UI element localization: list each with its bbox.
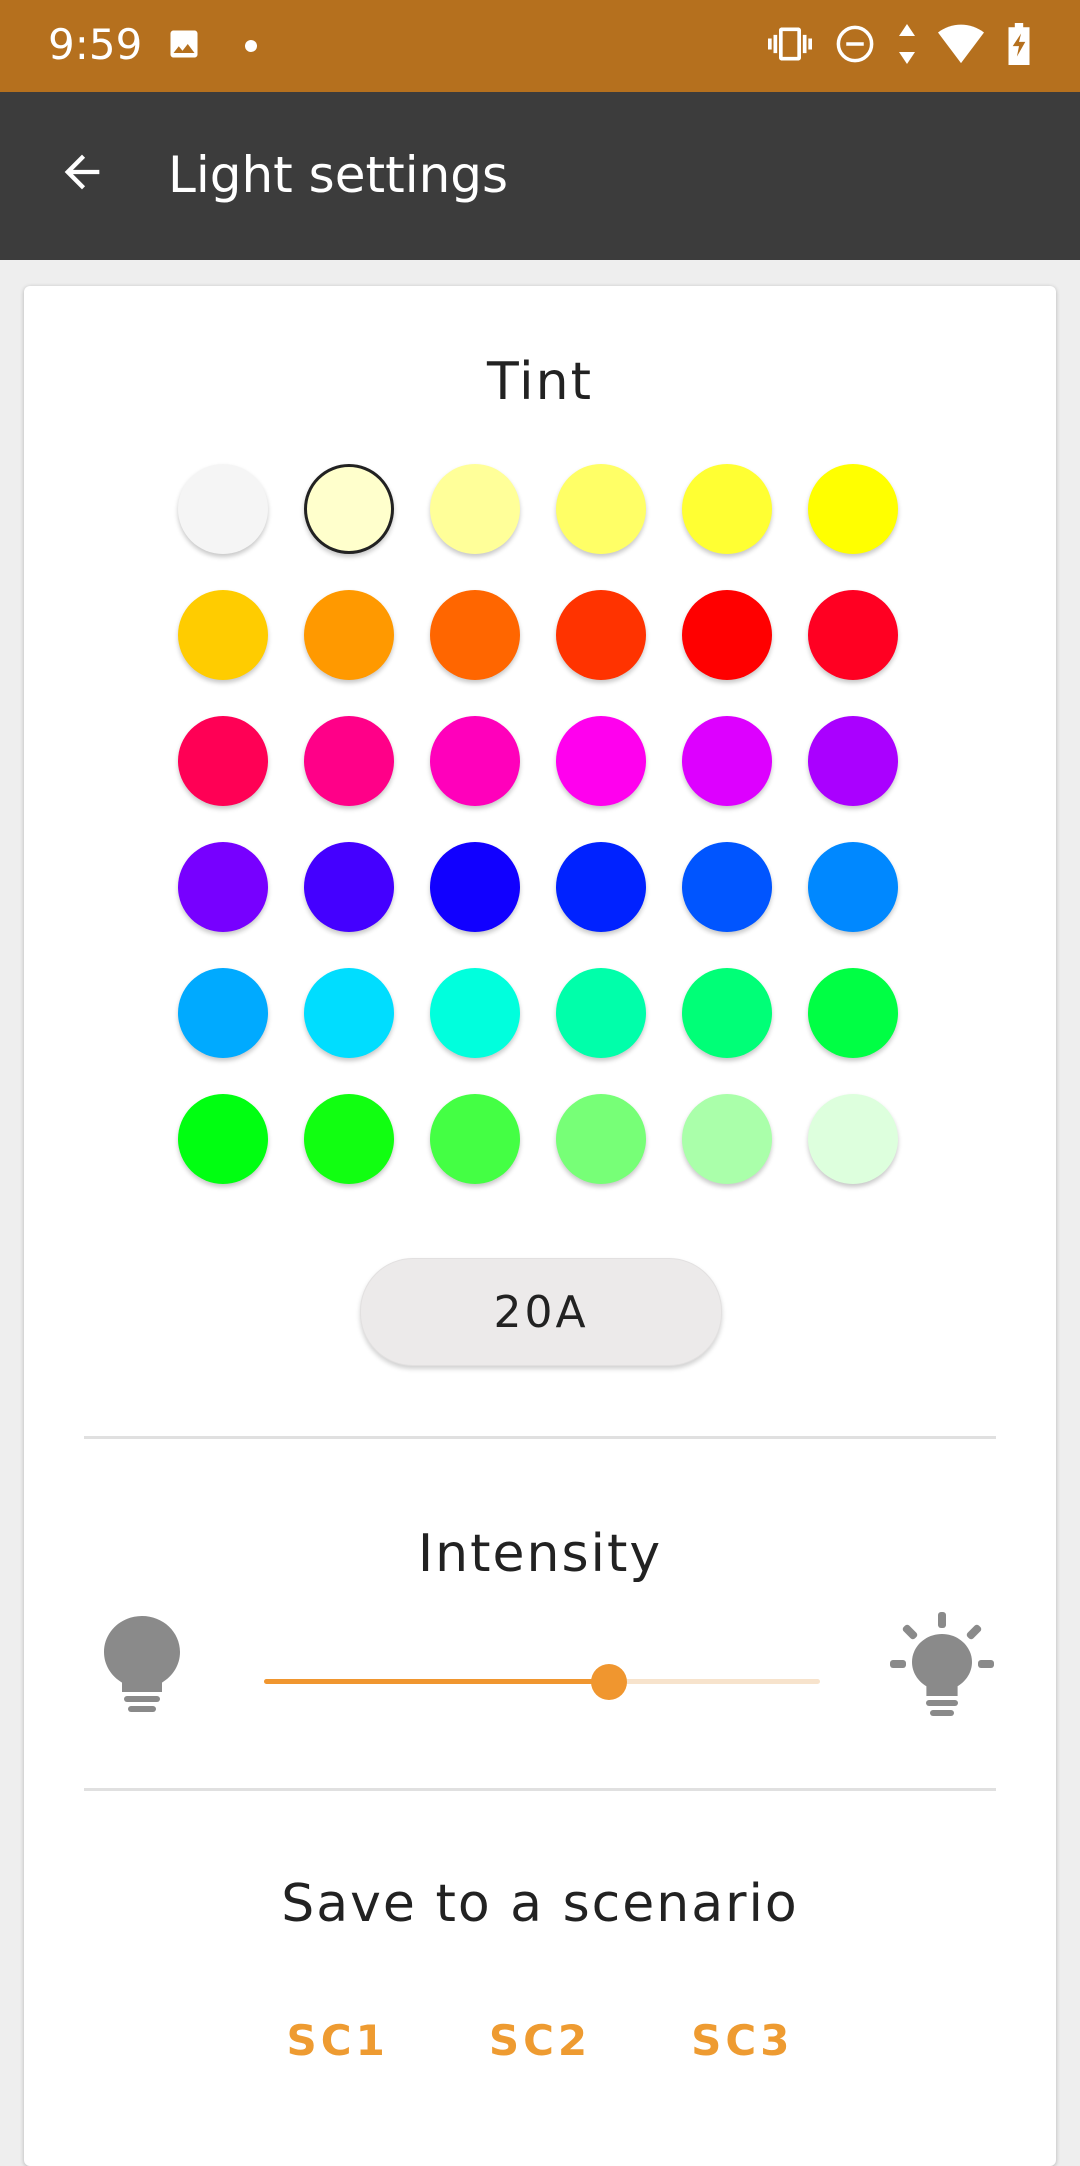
tint-swatch[interactable] [808, 716, 898, 806]
tint-swatch[interactable] [178, 590, 268, 680]
data-arrows-icon [898, 24, 916, 69]
tint-swatch[interactable] [808, 590, 898, 680]
dot-icon [245, 40, 257, 52]
page-title: Light settings [168, 146, 509, 204]
tint-swatch[interactable] [808, 968, 898, 1058]
lightbulb-off-icon [104, 1616, 180, 1717]
tint-swatch[interactable] [178, 1094, 268, 1184]
tint-swatch[interactable] [808, 464, 898, 554]
tint-swatch[interactable] [304, 464, 394, 554]
status-icons [768, 22, 1032, 71]
tint-swatch[interactable] [304, 968, 394, 1058]
tint-swatch[interactable] [178, 716, 268, 806]
tint-swatch[interactable] [178, 464, 268, 554]
divider [84, 1788, 996, 1791]
slider-fill [264, 1679, 609, 1684]
scenario-title: Save to a scenario [281, 1874, 799, 1934]
tint-swatch[interactable] [556, 968, 646, 1058]
tint-code-button[interactable]: 20A [360, 1258, 722, 1366]
slider-thumb[interactable] [590, 1664, 627, 1700]
scenario-button-sc1[interactable]: SC1 [287, 2006, 389, 2075]
back-button[interactable] [40, 132, 124, 216]
status-time: 9:59 [48, 20, 143, 69]
tint-swatch[interactable] [808, 1094, 898, 1184]
tint-swatch[interactable] [178, 842, 268, 932]
scenario-button-sc2[interactable]: SC2 [489, 2006, 591, 2075]
tint-swatch[interactable] [430, 716, 520, 806]
intensity-slider[interactable] [264, 1662, 820, 1702]
tint-swatch[interactable] [556, 842, 646, 932]
tint-swatch[interactable] [304, 842, 394, 932]
app-bar: Light settings [0, 92, 1080, 260]
tint-swatch[interactable] [178, 968, 268, 1058]
tint-swatch[interactable] [682, 464, 772, 554]
tint-swatch[interactable] [682, 968, 772, 1058]
intensity-title: Intensity [417, 1524, 663, 1584]
divider [84, 1436, 996, 1439]
tint-swatch[interactable] [556, 1094, 646, 1184]
lightbulb-on-icon [890, 1612, 994, 1721]
tint-swatch[interactable] [808, 842, 898, 932]
vibrate-icon [768, 22, 812, 71]
tint-swatch[interactable] [430, 464, 520, 554]
tint-swatch[interactable] [430, 842, 520, 932]
tint-swatch[interactable] [430, 1094, 520, 1184]
tint-swatch[interactable] [682, 716, 772, 806]
tint-swatch[interactable] [556, 716, 646, 806]
tint-swatch[interactable] [556, 464, 646, 554]
light-settings-card: Tint 20A Intensity Save to a scenario SC… [24, 286, 1056, 2166]
wifi-icon [938, 24, 984, 69]
tint-swatch[interactable] [682, 590, 772, 680]
scenario-buttons: SC1 SC2 SC3 [24, 2006, 1056, 2075]
battery-charging-icon [1006, 23, 1032, 70]
image-icon [166, 26, 202, 67]
tint-swatch[interactable] [304, 1094, 394, 1184]
tint-swatch-grid [178, 464, 898, 1184]
scenario-button-sc3[interactable]: SC3 [691, 2006, 793, 2075]
tint-swatch[interactable] [430, 590, 520, 680]
tint-title: Tint [487, 352, 593, 412]
tint-swatch[interactable] [304, 716, 394, 806]
status-bar: 9:59 [0, 0, 1080, 92]
tint-swatch[interactable] [682, 842, 772, 932]
arrow-back-icon [56, 146, 108, 203]
tint-swatch[interactable] [304, 590, 394, 680]
tint-swatch[interactable] [430, 968, 520, 1058]
do-not-disturb-icon [834, 23, 876, 70]
tint-swatch[interactable] [682, 1094, 772, 1184]
tint-swatch[interactable] [556, 590, 646, 680]
